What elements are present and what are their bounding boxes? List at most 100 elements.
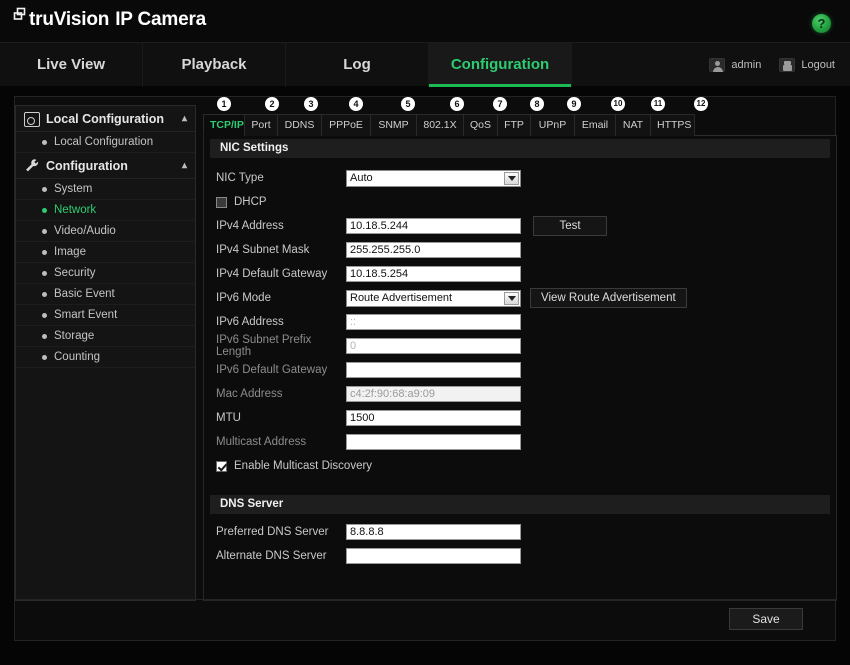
sidebar-item-image[interactable]: Image <box>16 242 195 263</box>
ipv6-mode-value: Route Advertisement <box>350 292 453 304</box>
subtab-https[interactable]: HTTPS <box>650 114 695 136</box>
dhcp-checkbox[interactable] <box>216 196 227 208</box>
tab-log[interactable]: Log <box>286 43 429 87</box>
bullet-icon <box>42 207 47 213</box>
test-button[interactable]: Test <box>533 216 607 236</box>
ipv6-mode-select[interactable]: Route Advertisement <box>346 289 521 307</box>
subtab-nat[interactable]: NAT <box>615 114 650 136</box>
badge-12: 12 <box>694 97 708 111</box>
row-multicast-address: Multicast Address <box>216 430 836 454</box>
sidebar-item-smart-event[interactable]: Smart Event <box>16 305 195 326</box>
logout-icon <box>779 58 796 72</box>
sidebar-item-security[interactable]: Security <box>16 263 195 284</box>
subtab-ftp[interactable]: FTP <box>497 114 530 136</box>
network-subtabs: TCP/IP Port DDNS PPPoE SNMP 802.1X QoS F… <box>203 114 837 136</box>
sidebar-item-label: Network <box>54 204 97 216</box>
ipv6-gateway-label: IPv6 Default Gateway <box>216 364 328 376</box>
account-area: admin Logout <box>704 43 840 87</box>
subtab-ddns[interactable]: DDNS <box>277 114 321 136</box>
ipv4-gateway-label: IPv4 Default Gateway <box>216 268 328 280</box>
chevron-down-icon[interactable] <box>504 291 519 305</box>
multicast-address-input[interactable] <box>346 434 521 450</box>
preferred-dns-label: Preferred DNS Server <box>216 526 329 538</box>
user-account[interactable]: admin <box>704 56 766 74</box>
ipv4-address-input[interactable] <box>346 218 521 234</box>
subtab-snmp[interactable]: SNMP <box>370 114 416 136</box>
subtab-upnp[interactable]: UPnP <box>530 114 574 136</box>
mtu-label: MTU <box>216 412 241 424</box>
sidebar-item-system[interactable]: System <box>16 179 195 200</box>
multicast-address-label: Multicast Address <box>216 436 307 448</box>
row-ipv4-subnet: IPv4 Subnet Mask <box>216 238 836 262</box>
nic-type-select[interactable]: Auto <box>346 169 521 187</box>
bullet-icon <box>42 186 47 192</box>
badge-9: 9 <box>567 97 581 111</box>
subtab-8021x[interactable]: 802.1X <box>416 114 463 136</box>
nic-type-label: NIC Type <box>216 172 264 184</box>
sidebar-item-label: Image <box>54 246 86 258</box>
subtab-port[interactable]: Port <box>244 114 277 136</box>
brand-product: IP Camera <box>115 9 207 30</box>
subtab-pppoe[interactable]: PPPoE <box>321 114 370 136</box>
tab-configuration[interactable]: Configuration <box>429 43 572 87</box>
ipv4-subnet-input[interactable] <box>346 242 521 258</box>
ipv6-prefix-input[interactable] <box>346 338 521 354</box>
camera-web-ui: truVision IP Camera ? Live View Playback … <box>0 0 850 665</box>
preferred-dns-input[interactable] <box>346 524 521 540</box>
main-nav-tabs: Live View Playback Log Configuration <box>0 43 572 87</box>
tcp-ip-panel: NIC Settings NIC Type Auto DHCP IPv4 Add… <box>203 136 837 601</box>
sidebar-item-local-configuration[interactable]: Local Configuration <box>16 132 195 153</box>
sidebar-item-label: Local Configuration <box>54 136 154 148</box>
enable-multicast-discovery-checkbox[interactable] <box>216 460 227 472</box>
dns-server-header: DNS Server <box>210 495 830 514</box>
tab-badges: 1 2 3 4 5 6 7 8 9 10 11 12 <box>203 97 837 115</box>
ipv6-prefix-label: IPv6 Subnet Prefix Length <box>216 334 312 358</box>
view-route-advertisement-button[interactable]: View Route Advertisement <box>530 288 687 308</box>
save-button[interactable]: Save <box>729 608 803 630</box>
ipv6-address-input[interactable] <box>346 314 521 330</box>
chevron-down-icon: ▾ <box>181 160 187 171</box>
tab-live-view[interactable]: Live View <box>0 43 143 87</box>
content-frame: Local Configuration ▾ Local Configuratio… <box>14 96 837 641</box>
row-ipv6-mode: IPv6 Mode Route Advertisement View Route… <box>216 286 836 310</box>
sidebar-group-label: Configuration <box>46 158 128 173</box>
sidebar-group-local-configuration[interactable]: Local Configuration ▾ <box>16 106 195 132</box>
mtu-input[interactable] <box>346 410 521 426</box>
main-navigation: Live View Playback Log Configuration adm… <box>0 42 850 87</box>
row-ipv6-gateway: IPv6 Default Gateway <box>216 358 836 382</box>
sidebar-item-network[interactable]: Network <box>16 200 195 221</box>
sidebar: Local Configuration ▾ Local Configuratio… <box>15 105 196 601</box>
sidebar-item-label: Security <box>54 267 96 279</box>
row-enable-multicast-discovery: Enable Multicast Discovery <box>216 454 836 478</box>
row-ipv4-address: IPv4 Address Test <box>216 214 836 238</box>
user-icon <box>709 58 726 72</box>
ipv4-gateway-input[interactable] <box>346 266 521 282</box>
badge-1: 1 <box>217 97 231 111</box>
chevron-down-icon[interactable] <box>504 171 519 185</box>
bullet-icon <box>42 228 47 234</box>
badge-11: 11 <box>651 97 665 111</box>
sidebar-item-label: Storage <box>54 330 95 342</box>
alternate-dns-input[interactable] <box>346 548 521 564</box>
ipv6-gateway-input[interactable] <box>346 362 521 378</box>
help-icon[interactable]: ? <box>812 14 831 33</box>
bullet-icon <box>42 270 47 276</box>
nic-type-value: Auto <box>350 172 373 184</box>
ipv4-subnet-label: IPv4 Subnet Mask <box>216 244 310 256</box>
sidebar-item-storage[interactable]: Storage <box>16 326 195 347</box>
subtab-email[interactable]: Email <box>574 114 615 136</box>
sidebar-item-video-audio[interactable]: Video/Audio <box>16 221 195 242</box>
sidebar-item-basic-event[interactable]: Basic Event <box>16 284 195 305</box>
subtab-qos[interactable]: QoS <box>463 114 497 136</box>
sidebar-group-configuration[interactable]: Configuration ▾ <box>16 153 195 179</box>
bullet-icon <box>42 333 47 339</box>
sidebar-item-label: System <box>54 183 93 195</box>
dhcp-label: DHCP <box>234 196 267 208</box>
tab-playback[interactable]: Playback <box>143 43 286 87</box>
ipv6-mode-label: IPv6 Mode <box>216 292 271 304</box>
logout-button[interactable]: Logout <box>774 56 840 74</box>
sidebar-group-label: Local Configuration <box>46 111 165 126</box>
sidebar-item-counting[interactable]: Counting <box>16 347 195 368</box>
page-title: truVision IP Camera <box>29 9 206 31</box>
subtab-tcp-ip[interactable]: TCP/IP <box>203 114 244 136</box>
